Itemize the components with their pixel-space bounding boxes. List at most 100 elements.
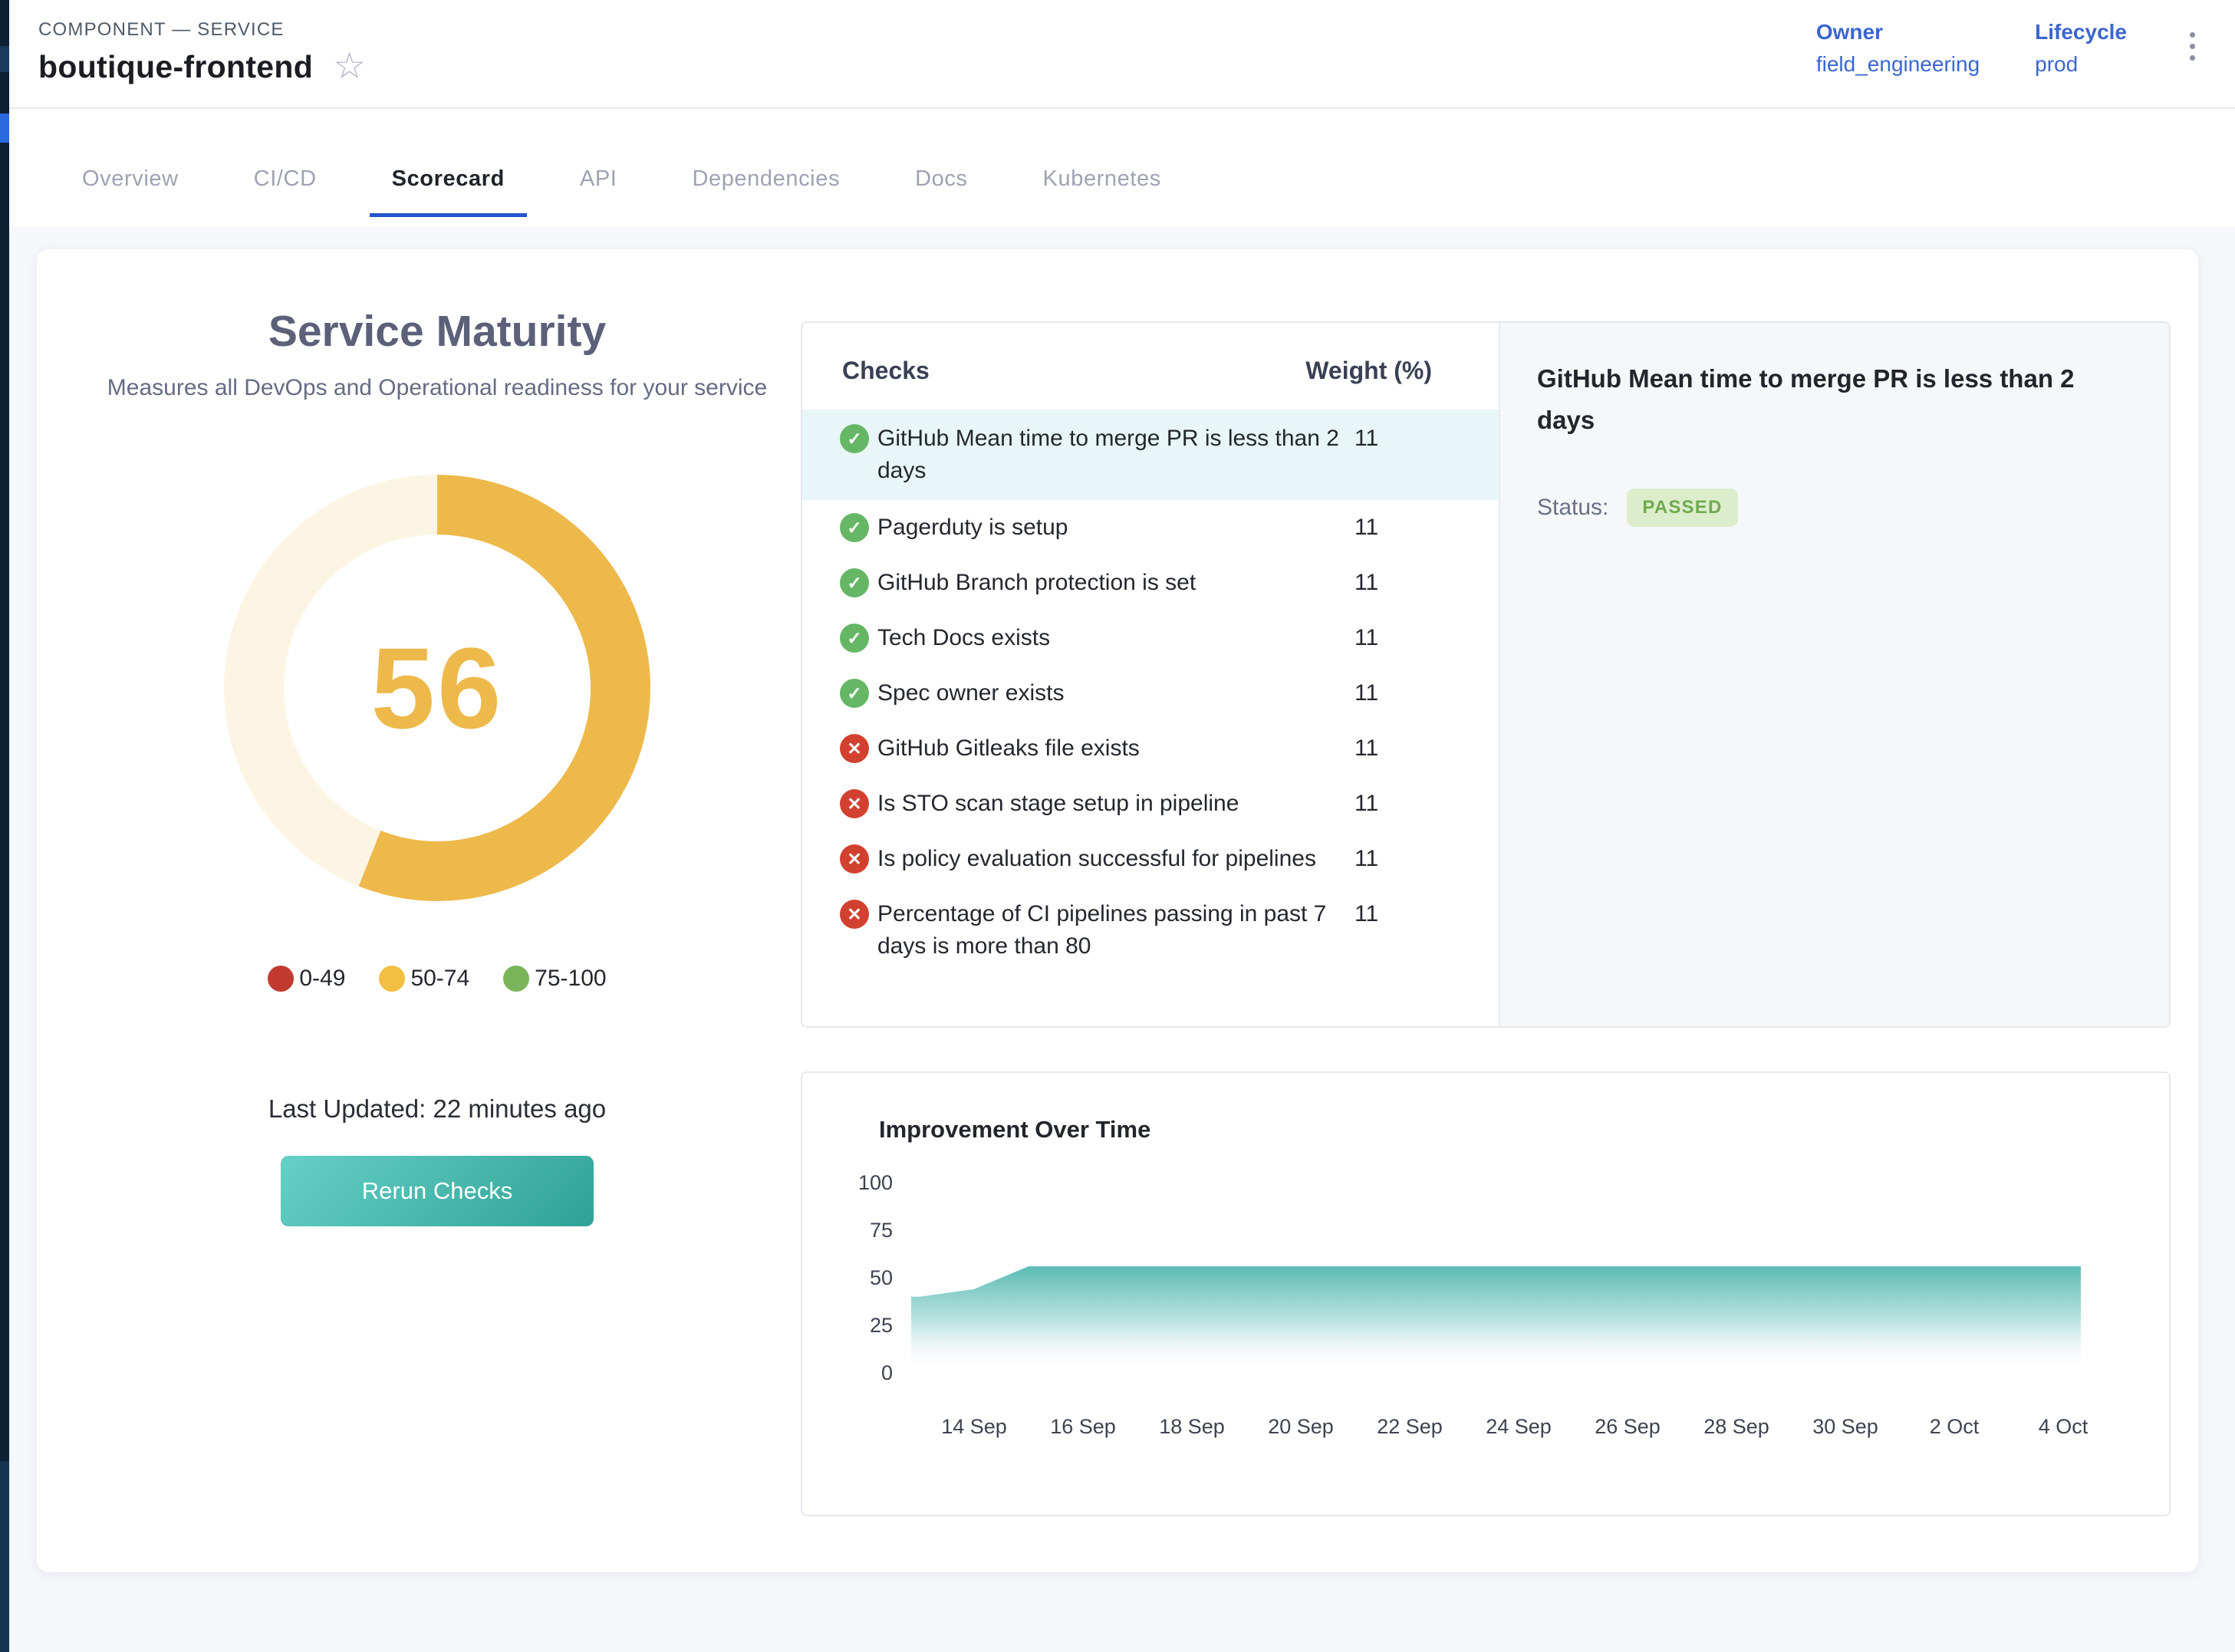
legend-item-0-49: 0-49 [268,966,345,992]
check-label: GitHub Mean time to merge PR is less tha… [877,423,1368,487]
legend-label: 0-49 [299,966,345,992]
check-weight: 11 [1354,677,1378,709]
breadcrumb: COMPONENT — SERVICE [38,19,366,41]
y-tick-label: 50 [870,1266,893,1289]
x-tick-label: 28 Sep [1703,1415,1769,1438]
scorecard-title: Service Maturity [268,306,606,357]
y-tick-label: 25 [870,1314,893,1337]
check-detail-title: GitHub Mean time to merge PR is less tha… [1537,358,2089,441]
legend-label: 75-100 [535,966,606,992]
tab-dependencies[interactable]: Dependencies [670,166,862,227]
lifecycle-field[interactable]: Lifecycle prod [2035,20,2127,77]
checks-list: Checks Weight (%) ✓ GitHub Mean time to m… [802,323,1499,1026]
check-row[interactable]: ✓ Tech Docs exists11 [802,610,1499,666]
collapsed-sidebar[interactable] [0,0,9,1652]
lifecycle-label: Lifecycle [2035,20,2127,44]
check-label: Is policy evaluation successful for pipe… [877,843,1368,875]
sidebar-logo-icon [0,46,9,72]
check-weight: 11 [1354,843,1378,875]
x-tick-label: 22 Sep [1377,1415,1443,1438]
check-weight: 11 [1354,898,1378,930]
tab-kubernetes[interactable]: Kubernetes [1021,166,1183,227]
favorite-star-icon[interactable]: ☆ [333,48,366,85]
sidebar-active-indicator [0,114,9,143]
check-row[interactable]: ✓ GitHub Mean time to merge PR is less th… [802,410,1499,500]
legend-dot [268,966,294,992]
legend-item-75-100: 75-100 [503,966,606,992]
rerun-checks-button[interactable]: Rerun Checks [281,1156,594,1226]
lifecycle-value: prod [2035,52,2127,77]
check-weight: 11 [1354,512,1378,544]
tab-docs[interactable]: Docs [893,166,989,227]
status-badge: PASSED [1627,489,1737,527]
legend-dot [503,966,529,992]
y-tick-label: 75 [870,1219,893,1242]
checks-panel: Checks Weight (%) ✓ GitHub Mean time to m… [801,321,2171,1028]
kebab-menu-icon[interactable] [2182,28,2203,65]
check-label: Spec owner exists [877,677,1368,709]
check-failed-icon: ✕ [840,900,869,929]
check-passed-icon: ✓ [840,624,869,653]
check-status-row: Status: PASSED [1537,489,2126,527]
page-title: boutique-frontend [38,49,313,85]
x-tick-label: 20 Sep [1268,1415,1334,1438]
last-updated-text: Last Updated: 22 minutes ago [268,1094,606,1124]
x-tick-label: 16 Sep [1050,1415,1116,1438]
x-tick-label: 24 Sep [1486,1415,1552,1438]
check-weight: 11 [1354,567,1378,599]
check-passed-icon: ✓ [840,424,869,453]
check-row[interactable]: ✓ Spec owner exists11 [802,666,1499,721]
check-label: GitHub Gitleaks file exists [877,732,1368,765]
owner-label: Owner [1816,20,1980,44]
check-row[interactable]: ✓ Pagerduty is setup11 [802,500,1499,555]
score-value: 56 [371,622,504,755]
check-rows: ✓ GitHub Mean time to merge PR is less th… [802,410,1499,974]
check-label: Is STO scan stage setup in pipeline [877,788,1368,820]
tab-api[interactable]: API [558,166,640,227]
scorecard-page-card: Service Maturity Measures all DevOps and… [37,249,2198,1572]
checks-header-label: Checks [842,357,930,384]
check-row[interactable]: ✕ Is policy evaluation successful for pip… [802,831,1499,887]
x-tick-label: 18 Sep [1159,1415,1225,1438]
legend-label: 50-74 [410,966,469,992]
check-row[interactable]: ✓ GitHub Branch protection is set11 [802,555,1499,610]
score-gauge: 56 [224,475,650,901]
check-row[interactable]: ✕ Percentage of CI pipelines passing in p… [802,887,1499,974]
score-gauge-inner: 56 [284,535,591,841]
improvement-area-chart: 100755025014 Sep16 Sep18 Sep20 Sep22 Sep… [818,1157,2141,1495]
x-tick-label: 26 Sep [1595,1415,1661,1438]
checks-list-header: Checks Weight (%) [802,323,1499,410]
check-failed-icon: ✕ [840,734,869,763]
x-tick-label: 4 Oct [2039,1415,2089,1438]
entity-meta: Owner field_engineering Lifecycle prod [1816,0,2235,107]
check-label: Percentage of CI pipelines passing in pa… [877,898,1368,963]
status-label: Status: [1537,495,1608,521]
page-header: COMPONENT — SERVICE boutique-frontend ☆ … [9,0,2235,109]
x-tick-label: 30 Sep [1812,1415,1878,1438]
check-failed-icon: ✕ [840,844,869,874]
maturity-summary: Service Maturity Measures all DevOps and… [92,306,782,1226]
tab-scorecard[interactable]: Scorecard [370,166,527,227]
check-weight: 11 [1354,423,1378,455]
y-tick-label: 0 [881,1361,893,1384]
check-failed-icon: ✕ [840,789,869,818]
check-detail-panel: GitHub Mean time to merge PR is less tha… [1499,323,2169,1026]
entity-name-row: boutique-frontend ☆ [38,48,366,85]
score-legend: 0-49 50-74 75-100 [268,966,606,992]
check-passed-icon: ✓ [840,568,869,597]
tab-overview[interactable]: Overview [60,166,201,227]
check-row[interactable]: ✕GitHub Gitleaks file exists11 [802,721,1499,776]
y-tick-label: 100 [858,1171,893,1194]
check-label: Pagerduty is setup [877,512,1368,544]
owner-field[interactable]: Owner field_engineering [1816,20,1980,77]
tab-ci-cd[interactable]: CI/CD [232,166,339,227]
check-weight: 11 [1354,622,1378,654]
check-label: Tech Docs exists [877,622,1368,654]
entity-heading: COMPONENT — SERVICE boutique-frontend ☆ [9,0,366,107]
owner-value[interactable]: field_engineering [1816,52,1980,77]
check-row[interactable]: ✕Is STO scan stage setup in pipeline11 [802,776,1499,831]
check-label: GitHub Branch protection is set [877,567,1368,599]
check-passed-icon: ✓ [840,513,869,542]
check-passed-icon: ✓ [840,679,869,708]
legend-dot [379,966,405,992]
